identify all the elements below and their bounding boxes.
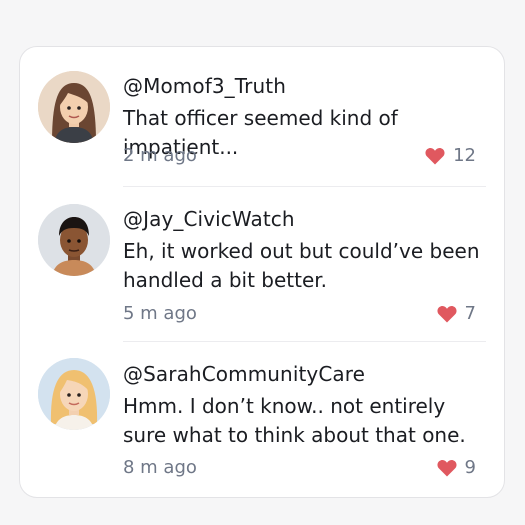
comment-text: Eh, it worked out but could’ve been hand… — [123, 239, 480, 292]
like-button[interactable]: 7 — [437, 303, 476, 324]
divider — [123, 186, 486, 187]
like-button[interactable]: 9 — [437, 457, 476, 478]
like-button[interactable]: 12 — [425, 145, 476, 166]
heart-icon — [425, 147, 445, 164]
comment-timestamp: 8 m ago — [123, 457, 197, 478]
heart-icon — [437, 305, 457, 322]
comment-text: Hmm. I don’t know.. not entirely sure wh… — [123, 394, 466, 447]
woman-blonde-hair-avatar-icon — [38, 358, 110, 430]
like-count: 9 — [464, 457, 476, 478]
avatar[interactable] — [38, 358, 110, 430]
man-dark-skin-avatar-icon — [38, 204, 110, 276]
comment-username[interactable]: @Jay_CivicWatch — [123, 207, 295, 231]
avatar[interactable] — [38, 71, 110, 143]
like-count: 12 — [453, 145, 476, 166]
comment-timestamp: 2 m ago — [123, 145, 197, 166]
woman-brown-hair-avatar-icon — [38, 71, 110, 143]
avatar[interactable] — [38, 204, 110, 276]
divider — [123, 341, 486, 342]
like-count: 7 — [464, 303, 476, 324]
heart-icon — [437, 459, 457, 476]
comment-timestamp: 5 m ago — [123, 303, 197, 324]
comment-username[interactable]: @Momof3_Truth — [123, 74, 286, 98]
comments-card: @Momof3_Truth That officer seemed kind o… — [19, 46, 505, 498]
comment-username[interactable]: @SarahCommunityCare — [123, 362, 365, 386]
